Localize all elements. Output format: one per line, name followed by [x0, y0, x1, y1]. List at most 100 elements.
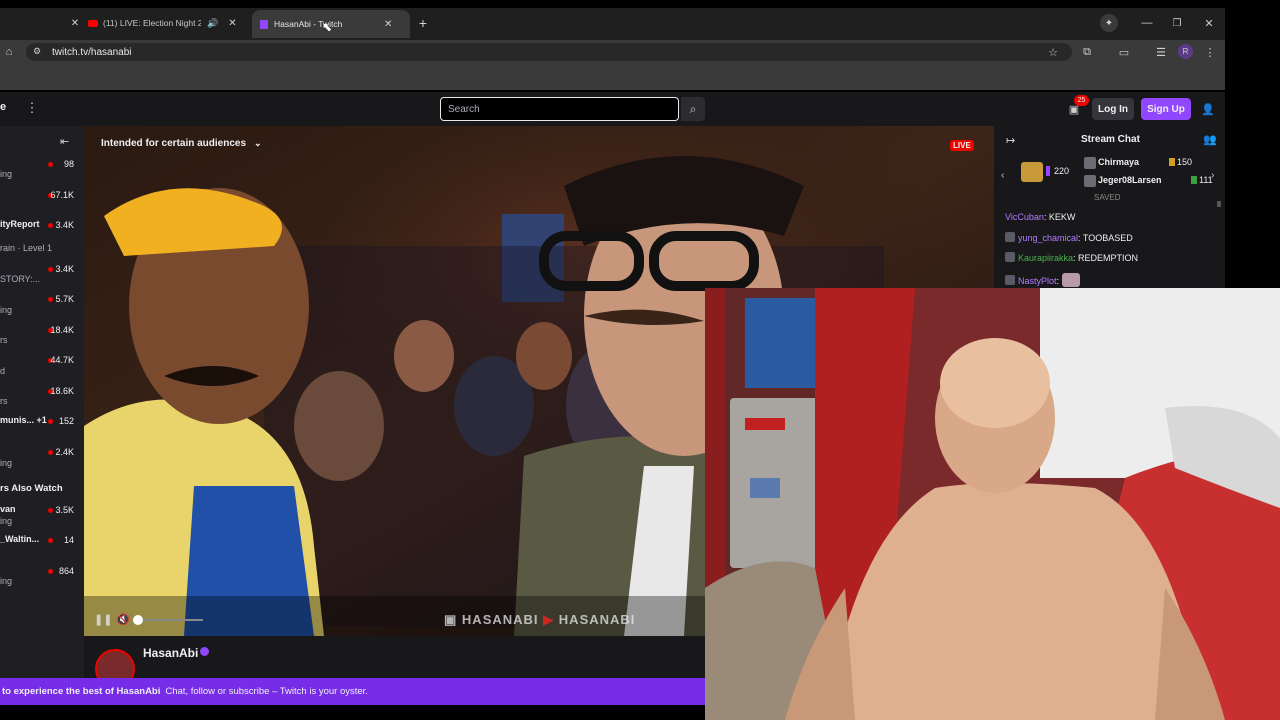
chat-text: : TOOBASED [1078, 233, 1133, 243]
leader-avatar [1084, 157, 1096, 169]
sub-badge-icon [1046, 166, 1050, 176]
close-tab-icon[interactable]: ✕ [70, 16, 80, 30]
chat-message: Kaurapiirakka: REDEMPTION [1005, 252, 1138, 263]
login-button[interactable]: Log In [1092, 98, 1134, 120]
content-classification-dropdown[interactable]: Intended for certain audiences ⌄ [101, 138, 262, 149]
viewer-count: 18.4K [50, 325, 74, 335]
webcam-frame [705, 288, 1280, 720]
user-badge-icon [1005, 232, 1015, 242]
viewer-count: 864 [58, 566, 74, 576]
viewer-count: 44.7K [50, 355, 74, 365]
chat-text: : [1056, 276, 1060, 286]
watermark-name: HASANABI [461, 612, 539, 627]
chat-message: yung_chamical: TOOBASED [1005, 232, 1133, 243]
signup-promo-banner: to experience the best of HasanAbi Chat,… [0, 678, 705, 705]
bookmark-bar [0, 66, 1225, 90]
viewer-count: 152 [58, 416, 74, 426]
banner-text: Chat, follow or subscribe – Twitch is yo… [165, 686, 368, 697]
collapse-sidebar-icon[interactable]: ⇤ [60, 135, 69, 148]
streamer-name[interactable]: HasanAbi [143, 646, 198, 660]
leader-name[interactable]: Jeger08Larsen [1098, 175, 1162, 185]
collapse-chat-icon[interactable]: ↦ [1006, 134, 1015, 147]
chat-text: : REDEMPTION [1073, 253, 1139, 263]
signup-button[interactable]: Sign Up [1141, 98, 1191, 120]
search-icon: ⌕ [689, 101, 697, 116]
gift-badge-icon [1169, 158, 1175, 166]
chat-scrollbar[interactable] [1217, 201, 1221, 207]
watermark-name: HASANABI [558, 612, 636, 627]
viewer-count: 14 [63, 535, 74, 545]
new-tab-icon[interactable]: + [416, 15, 430, 31]
restore-icon[interactable]: ❐ [1170, 15, 1184, 31]
gift-icon [1021, 162, 1043, 182]
extensions-icon[interactable]: ⧉ [1080, 45, 1094, 59]
volume-muted-icon[interactable]: 🔇 [116, 613, 130, 626]
split-view-icon[interactable]: ▭ [1117, 45, 1131, 59]
bookmark-star-icon[interactable]: ☆ [1046, 45, 1060, 59]
also-watch-heading: rs Also Watch [0, 483, 63, 494]
speaker-icon[interactable]: 🔊 [207, 18, 218, 29]
more-options-icon[interactable]: ⋮ [26, 100, 39, 115]
chat-title: Stream Chat [1081, 134, 1140, 145]
chevron-right-icon[interactable]: › [1211, 170, 1214, 181]
viewer-count: 3.5K [55, 505, 74, 515]
chat-username[interactable]: Kaurapiirakka [1018, 253, 1073, 263]
leader-name[interactable]: Chirmaya [1098, 157, 1139, 167]
home-icon[interactable]: ⌂ [2, 45, 16, 59]
audience-label: Intended for certain audiences [101, 138, 247, 149]
chevron-left-icon[interactable]: ‹ [1001, 170, 1004, 181]
community-icon[interactable]: 👥 [1203, 133, 1217, 146]
user-badge-icon [1005, 275, 1015, 285]
pause-icon[interactable]: ❚❚ [94, 613, 112, 626]
gemini-icon[interactable]: ✦ [1100, 14, 1118, 32]
webcam-overlay [705, 288, 1280, 720]
sidebar-channel-sub: rain · Level 1 [0, 243, 53, 253]
volume-slider-handle[interactable] [133, 615, 143, 625]
url-field[interactable]: ⚙ twitch.tv/hasanabi [26, 43, 1072, 61]
tab-search-icon[interactable]: ☰ [1154, 45, 1168, 59]
viewer-count: 18.6K [50, 386, 74, 396]
stream-chat-panel: ↦ Stream Chat 👥 ‹ 220 Chirmaya 150 Jeger… [994, 126, 1225, 288]
close-tab-icon[interactable]: ✕ [228, 18, 236, 29]
chat-message: VicCuban: KEKW [1005, 212, 1075, 222]
chat-username[interactable]: NastyPlot [1018, 276, 1057, 286]
twitch-logo-icon: ▣ [444, 612, 458, 627]
banner-bold-text: to experience the best of HasanAbi [2, 686, 161, 697]
chat-username[interactable]: VicCuban [1005, 212, 1044, 222]
site-info-icon[interactable]: ⚙ [33, 46, 41, 57]
search-input[interactable]: Search [440, 97, 679, 121]
youtube-icon [88, 19, 98, 27]
live-badge: LIVE [950, 140, 974, 151]
chat-message: NastyPlot: [1005, 273, 1081, 287]
mouse-cursor-icon: ⬉ [322, 20, 333, 34]
tab-election-night[interactable]: (11) LIVE: Election Night 20 🔊 ✕ [88, 12, 248, 34]
sidebar-channel-sub: ing [0, 169, 13, 179]
gift-badge-icon [1191, 176, 1197, 184]
chat-username[interactable]: yung_chamical [1018, 233, 1078, 243]
url-text: twitch.tv/hasanabi [52, 46, 132, 58]
partial-chat-message: SAVED [1094, 193, 1121, 201]
minimize-icon[interactable]: — [1140, 15, 1154, 31]
chat-text: : KEKW [1043, 212, 1076, 222]
verified-badge-icon [200, 647, 209, 656]
viewer-count: 3.4K [55, 220, 74, 230]
profile-avatar[interactable]: R [1178, 44, 1193, 59]
browser-menu-icon[interactable]: ⋮ [1203, 45, 1217, 59]
close-window-icon[interactable]: ✕ [1202, 15, 1216, 31]
leader-count: 150 [1177, 157, 1193, 167]
twitch-icon [260, 19, 268, 29]
watermark-text: ▣ HASANABI ▶ HASANABI [444, 612, 635, 628]
youtube-logo-icon: ▶ [543, 612, 555, 627]
user-menu-icon[interactable]: 👤 [1201, 102, 1215, 116]
volume-slider-track[interactable] [143, 619, 203, 621]
viewer-count: 5.7K [55, 294, 74, 304]
chevron-down-icon: ⌄ [254, 138, 262, 148]
user-badge-icon [1005, 252, 1015, 262]
viewer-count: 2.4K [55, 447, 74, 457]
close-tab-icon[interactable]: ✕ [384, 19, 392, 30]
gift-count: 220 [1054, 166, 1070, 176]
search-button[interactable]: ⌕ [681, 97, 705, 121]
nav-partial-label: e [0, 101, 7, 113]
top-edge [0, 0, 1280, 8]
viewer-count: 67.1K [50, 190, 74, 200]
